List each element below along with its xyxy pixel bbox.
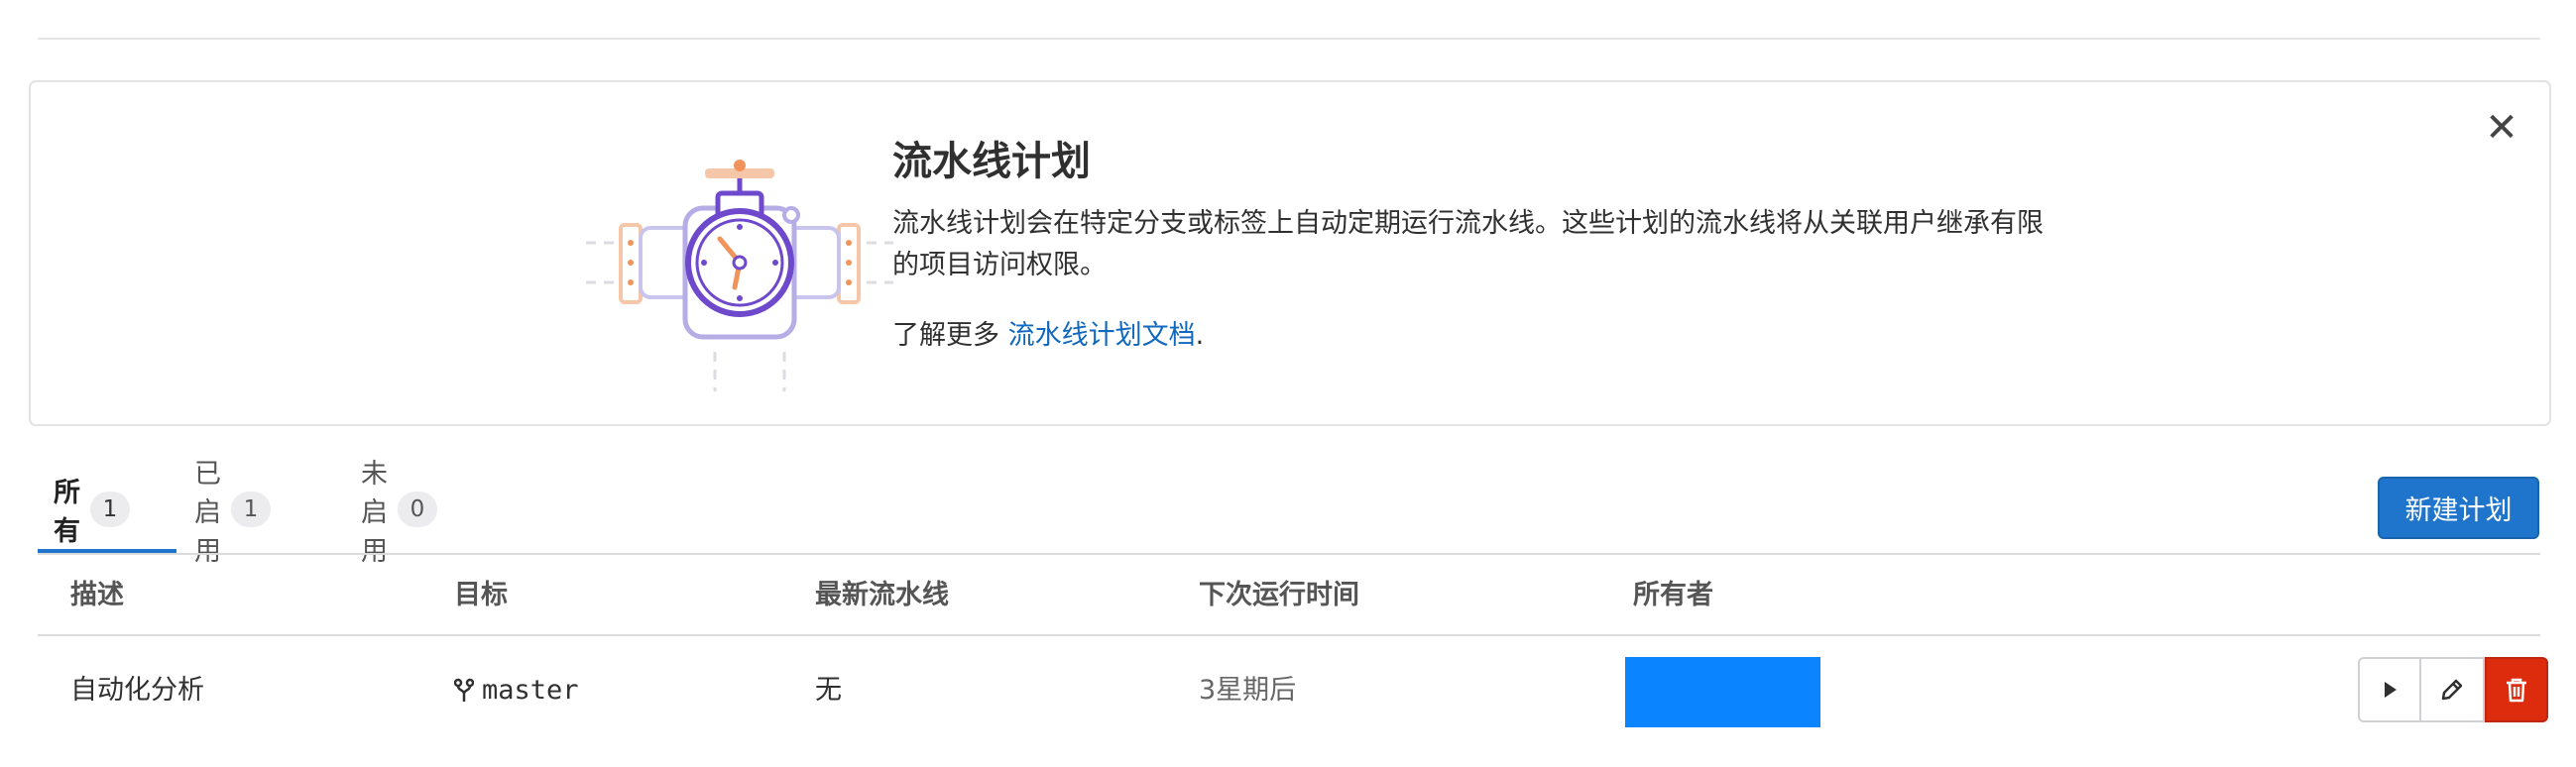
tab-label: 未启用 — [361, 458, 388, 567]
target-branch-name[interactable]: master — [482, 636, 579, 745]
close-banner-button[interactable]: ✕ — [2482, 108, 2521, 148]
last-pipeline-value: 无 — [815, 675, 842, 706]
tab-count-badge: 1 — [231, 492, 271, 527]
next-run-value: 3星期后 — [1199, 675, 1297, 706]
tab-inactive[interactable]: 未启用 0 — [361, 459, 437, 567]
new-schedule-button[interactable]: 新建计划 — [2378, 477, 2539, 539]
tab-count-badge: 0 — [398, 492, 437, 527]
play-icon — [2385, 682, 2397, 698]
banner-learn-more: 了解更多 流水线计划文档. — [892, 316, 2082, 356]
schedule-description: 自动化分析 — [70, 675, 204, 706]
close-icon: ✕ — [2485, 105, 2518, 151]
run-schedule-button[interactable] — [2358, 657, 2421, 722]
table-header: 描述 目标 最新流水线 下次运行时间 所有者 — [38, 555, 2540, 636]
column-header-owner: 所有者 — [1633, 580, 1713, 610]
column-header-last-pipeline: 最新流水线 — [815, 580, 949, 610]
row-actions — [2358, 657, 2548, 722]
pipeline-schedules-banner: ✕ 流水线计划 流水线计划会在特定分支或标签上自动定期运行流水线。这些计划的流水… — [29, 80, 2551, 426]
column-header-next-run: 下次运行时间 — [1199, 580, 1359, 610]
tab-active[interactable]: 已启用 1 — [194, 459, 271, 567]
tab-all[interactable]: 所有 1 — [54, 466, 130, 553]
column-header-description: 描述 — [70, 580, 124, 610]
tab-count-badge: 1 — [90, 492, 130, 527]
tab-label: 已启用 — [194, 458, 221, 567]
learn-more-suffix: . — [1195, 320, 1205, 351]
learn-more-prefix: 了解更多 — [892, 320, 999, 351]
pipeline-schedule-illustration — [586, 160, 893, 391]
edit-schedule-button[interactable] — [2421, 657, 2485, 722]
owner-avatar[interactable] — [1625, 657, 1820, 727]
tab-label: 所有 — [54, 478, 80, 547]
delete-schedule-button[interactable] — [2485, 657, 2548, 722]
schedule-target: master — [454, 636, 579, 745]
pencil-icon — [2441, 679, 2463, 701]
table-row: 自动化分析 master 无 3星期后 — [38, 636, 2548, 745]
docs-link[interactable]: 流水线计划文档 — [1008, 320, 1196, 351]
banner-title: 流水线计划 — [892, 139, 1091, 184]
column-header-target: 目标 — [454, 580, 508, 610]
banner-description: 流水线计划会在特定分支或标签上自动定期运行流水线。这些计划的流水线将从关联用户继… — [892, 208, 2044, 280]
trash-icon — [2507, 678, 2526, 703]
branch-icon — [454, 678, 474, 702]
top-divider — [38, 38, 2540, 40]
